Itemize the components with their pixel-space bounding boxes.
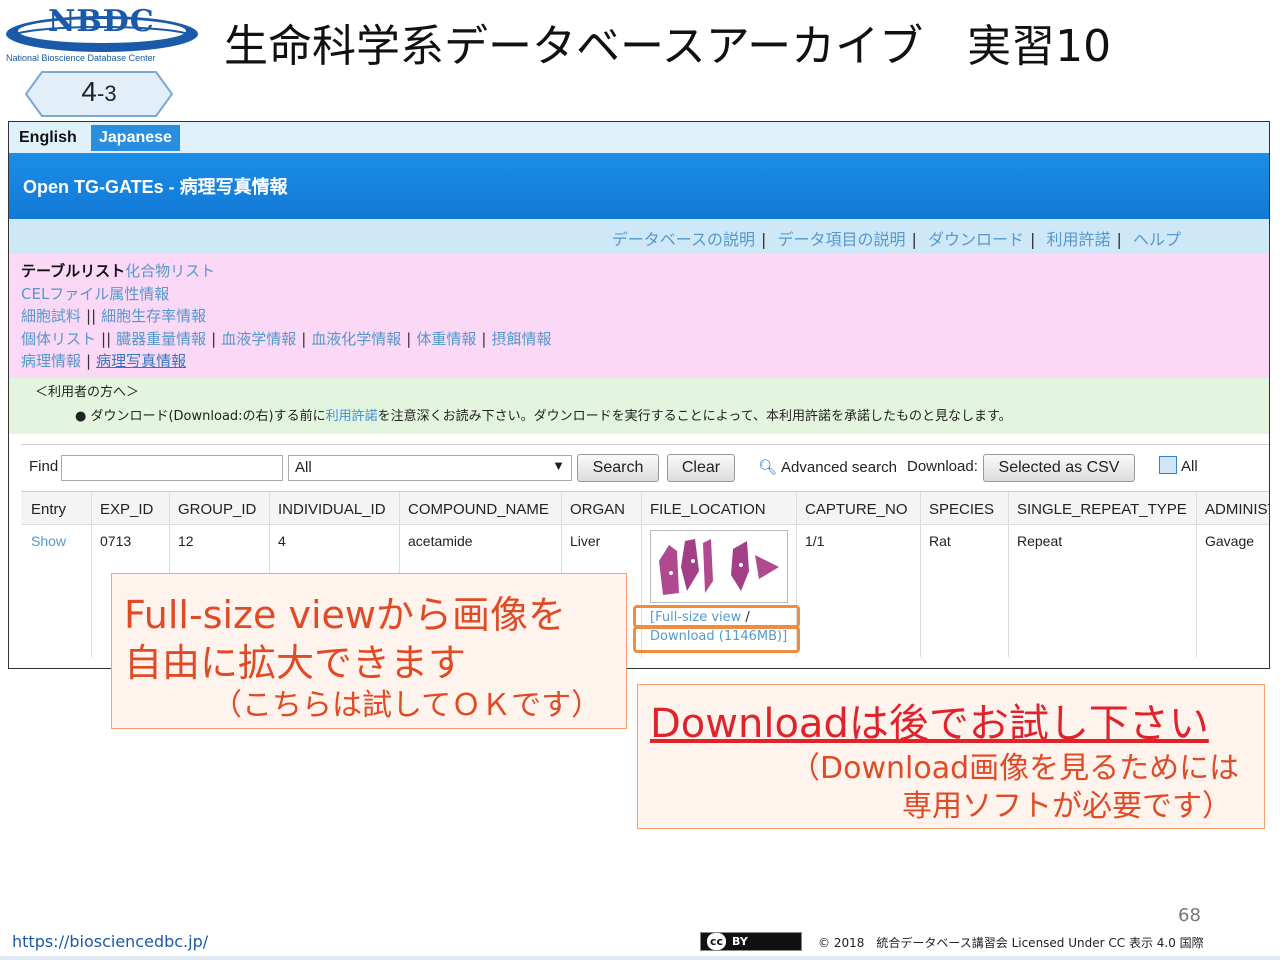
cell-exp-id: 0713 [100, 533, 132, 549]
nav-db-description[interactable]: データベースの説明 [612, 230, 755, 249]
cell-group-id: 12 [178, 533, 194, 549]
cell-organ: Liver [570, 533, 601, 549]
page-number: 68 [1178, 905, 1201, 926]
table-list-label: テーブルリスト [21, 262, 126, 280]
dropdown-caret-icon: ▼ [552, 458, 565, 473]
link-hematology[interactable]: 血液学情報 [221, 330, 296, 348]
cell-admin: Gavage [1205, 533, 1255, 549]
app-title: Open TG-GATEs - 病理写真情報 [23, 177, 288, 197]
table-list-panel: テーブルリスト化合物リスト CELファイル属性情報 細胞試料 || 細胞生存率情報 … [9, 254, 1269, 378]
link-body-weight[interactable]: 体重情報 [416, 330, 476, 348]
slide-title: 生命科学系データベースアーカイブ 実習10 [224, 21, 1112, 72]
nbdc-logo: NBDC National Bioscience Database Center [4, 2, 200, 66]
highlight-download [633, 626, 800, 653]
top-nav: データベースの説明 | データ項目の説明 | ダウンロード | 利用許諾 | ヘルプ [9, 219, 1269, 254]
logo-subtitle: National Bioscience Database Center [6, 53, 156, 63]
link-cel-attributes[interactable]: CELファイル属性情報 [21, 285, 169, 303]
find-bar: Find All ▼ Search Clear 🔍︎ Advanced search… [21, 444, 1269, 490]
col-administration[interactable]: ADMINISTI [1205, 501, 1269, 518]
cell-species: Rat [929, 533, 951, 549]
col-capture-no[interactable]: CAPTURE_NO [805, 501, 908, 518]
col-compound-name[interactable]: COMPOUND_NAME [408, 501, 549, 518]
copy-icon [1159, 456, 1177, 474]
cell-individual-id: 4 [278, 533, 286, 549]
col-group-id[interactable]: GROUP_ID [178, 501, 256, 518]
col-single-repeat[interactable]: SINGLE_REPEAT_TYPE [1017, 501, 1187, 518]
col-exp-id[interactable]: EXP_ID [100, 501, 153, 518]
footer-rule [0, 956, 1280, 960]
link-cell-survival[interactable]: 細胞生存率情報 [101, 307, 206, 325]
link-blood-chemistry[interactable]: 血液化学情報 [311, 330, 401, 348]
callout-full-size: Full-size viewから画像を 自由に拡大できます （こちらは試してＯＫ… [111, 573, 627, 729]
advanced-search-link[interactable]: 🔍︎ Advanced search [758, 458, 897, 476]
cc-icon: cc [707, 933, 727, 950]
download-all-button[interactable]: All [1159, 456, 1198, 475]
highlight-full-size [633, 605, 800, 628]
link-pathology-photo[interactable]: 病理写真情報 [96, 352, 186, 370]
nav-field-description[interactable]: データ項目の説明 [777, 230, 905, 249]
notice-license-link[interactable]: 利用許諾 [326, 409, 378, 424]
find-label: Find [29, 458, 59, 475]
col-entry[interactable]: Entry [31, 501, 66, 518]
cell-capture-no: 1/1 [805, 533, 825, 549]
link-cell-sample[interactable]: 細胞試料 [21, 307, 81, 325]
callout-left-line1: Full-size viewから画像を [124, 593, 566, 637]
selected-csv-button[interactable]: Selected as CSV [983, 454, 1135, 482]
copyright-text: © 2018 統合データベース講習会 Licensed Under CC 表示 … [818, 936, 1204, 950]
section-badge: 4-3 [24, 70, 174, 118]
link-feeding[interactable]: 摂餌情報 [491, 330, 551, 348]
callout-right-line1: Downloadは後でお試し下さい [650, 701, 1209, 747]
logo-text: NBDC [48, 4, 155, 39]
search-button[interactable]: Search [577, 454, 659, 482]
nav-download[interactable]: ダウンロード [928, 230, 1024, 249]
lang-japanese-tab[interactable]: Japanese [91, 125, 180, 151]
cell-repeat: Repeat [1017, 533, 1063, 549]
lang-english-tab[interactable]: English [11, 125, 85, 151]
notice-text-post: を注意深くお読み下さい。ダウンロードを実行することによって、本利用許諾を承諾した… [377, 409, 1012, 424]
cc-by-label: BY [732, 935, 748, 948]
footer-url[interactable]: https://biosciencedbc.jp/ [12, 932, 208, 951]
show-link[interactable]: Show [31, 533, 66, 549]
pathology-thumbnail[interactable] [650, 530, 788, 603]
notice-heading: ＜利用者の方へ＞ [35, 385, 140, 400]
advanced-search-label: Advanced search [781, 459, 897, 476]
callout-download: Downloadは後でお試し下さい （Download画像を見るためには 専用ソ… [637, 684, 1265, 829]
col-individual-id[interactable]: INDIVIDUAL_ID [278, 501, 386, 518]
nav-license[interactable]: 利用許諾 [1046, 230, 1110, 249]
callout-right-line3: 専用ソフトが必要です） [902, 789, 1232, 824]
col-file-location[interactable]: FILE_LOCATION [650, 501, 766, 518]
badge-sub: -3 [97, 81, 117, 106]
user-notice: ＜利用者の方へ＞ ● ダウンロード(Download:の右)する前に利用許諾を注… [9, 378, 1269, 434]
language-bar: English Japanese [9, 122, 1269, 153]
find-field-select[interactable]: All ▼ [288, 455, 572, 481]
link-pathology[interactable]: 病理情報 [21, 352, 81, 370]
col-species[interactable]: SPECIES [929, 501, 994, 518]
cc-license-icon: cc BY [700, 932, 802, 951]
col-organ[interactable]: ORGAN [570, 501, 625, 518]
find-input[interactable] [61, 455, 283, 481]
find-select-value: All [295, 459, 312, 476]
download-all-label: All [1181, 458, 1198, 475]
link-organ-weight[interactable]: 臓器重量情報 [116, 330, 206, 348]
clear-button[interactable]: Clear [667, 454, 735, 482]
download-label: Download: [907, 458, 978, 475]
link-compound-list[interactable]: 化合物リスト [125, 262, 215, 280]
app-header: Open TG-GATEs - 病理写真情報 [9, 153, 1269, 219]
notice-text-pre: ● ダウンロード(Download:の右)する前に [75, 409, 326, 424]
nav-help[interactable]: ヘルプ [1133, 230, 1181, 249]
badge-main: 4 [81, 76, 97, 107]
search-icon: 🔍︎ [758, 459, 778, 476]
callout-left-line2: 自由に拡大できます [124, 641, 467, 685]
cell-compound: acetamide [408, 533, 473, 549]
callout-left-line3: （こちらは試してＯＫです） [212, 688, 602, 723]
link-individual-list[interactable]: 個体リスト [21, 330, 96, 348]
